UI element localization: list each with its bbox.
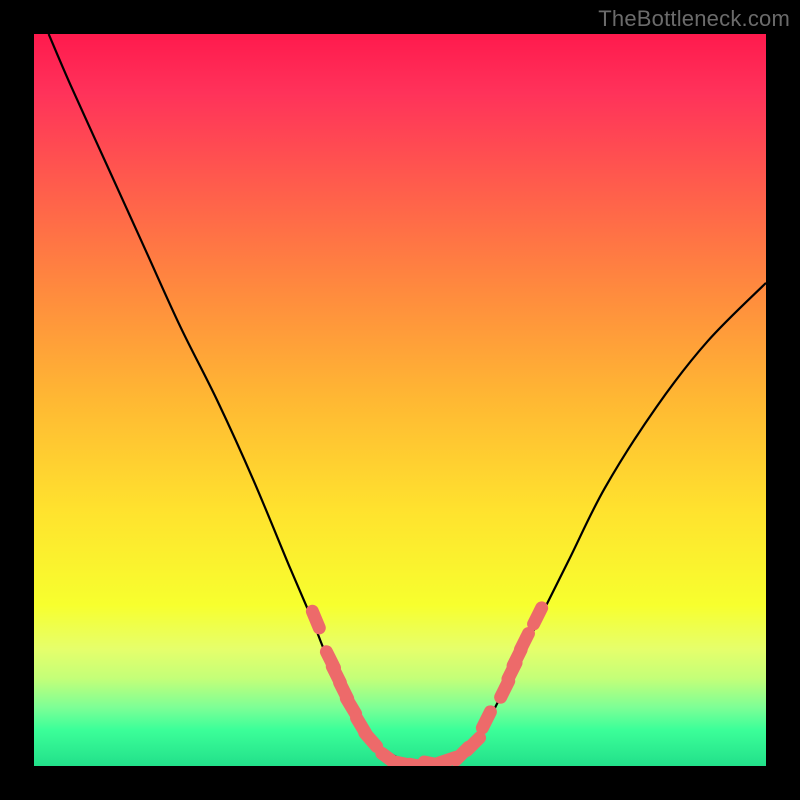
curve-marker (482, 712, 490, 728)
brand-watermark: TheBottleneck.com (598, 6, 790, 32)
curve-marker (534, 608, 542, 624)
curve-marker (312, 611, 319, 628)
curve-marker (346, 698, 355, 713)
bottleneck-curve-path (49, 34, 766, 766)
curve-marker (365, 733, 377, 747)
curve-marker (520, 634, 528, 650)
curve-marker (467, 738, 480, 751)
chart-frame (34, 34, 766, 766)
marker-group (312, 608, 541, 766)
bottleneck-chart (34, 34, 766, 766)
